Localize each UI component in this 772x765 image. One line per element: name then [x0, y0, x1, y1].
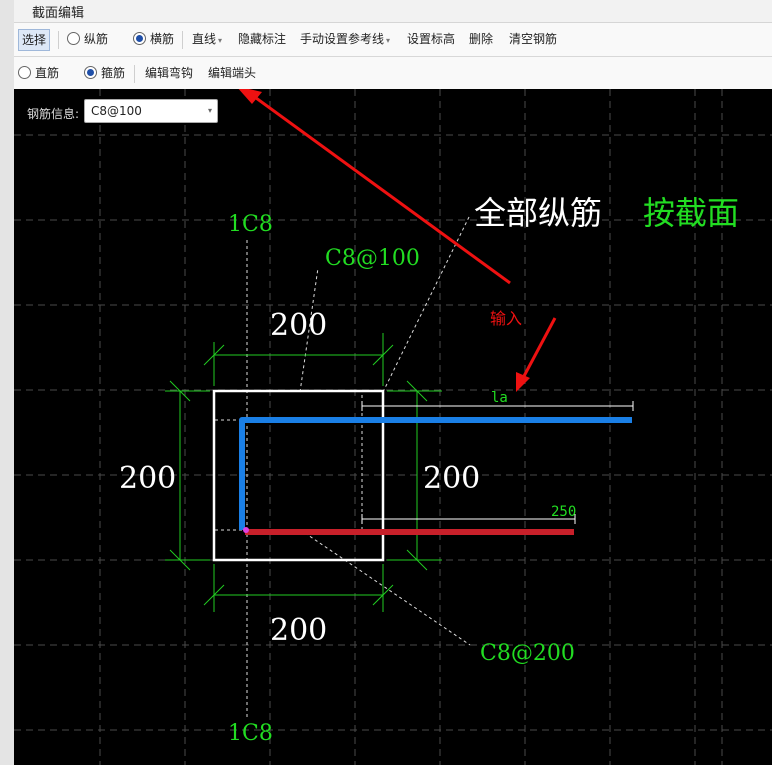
radio-selected-icon: [84, 66, 97, 79]
toolbar-secondary: 直筋 箍筋 编辑弯钩 编辑端头: [14, 57, 772, 89]
stirrup-label: 箍筋: [101, 66, 126, 80]
stirrup-bottom-label: C8@200: [480, 641, 575, 666]
grid-lines: [14, 89, 772, 765]
dim-right: 200: [423, 461, 480, 496]
dim-la: la: [491, 390, 508, 406]
dim-bottom: 200: [270, 613, 327, 648]
stirrup-radio[interactable]: 箍筋: [84, 57, 125, 89]
transverse-label: 横筋: [150, 32, 175, 46]
radio-icon: [67, 32, 80, 45]
section-drawing: 1C8 1C8 C8@100 C8@200 按截面 250 la 200 200…: [14, 89, 772, 765]
note-input: 输入: [490, 309, 522, 328]
dim-250: 250: [551, 504, 576, 520]
manual-refline-dropdown[interactable]: 手动设置参考线 ▾: [300, 23, 390, 56]
note-all-longitudinal: 全部纵筋: [474, 194, 602, 232]
dim-top: 200: [270, 308, 327, 343]
rebar-node[interactable]: [243, 527, 249, 533]
chevron-down-icon: ▾: [207, 106, 212, 115]
toolbar-divider: [58, 31, 59, 49]
manual-refline-label: 手动设置参考线: [300, 32, 385, 46]
toolbar-divider: [182, 31, 183, 49]
rebar-info-label: 钢筋信息:: [27, 107, 80, 121]
select-button[interactable]: 选择: [18, 29, 51, 51]
arrow-to-la-icon: [516, 317, 557, 392]
straight-label: 直筋: [35, 66, 60, 80]
clear-rebar-button[interactable]: 清空钢筋: [509, 23, 557, 56]
longitudinal-label: 纵筋: [84, 32, 109, 46]
line-label: 直线: [192, 32, 217, 46]
toolbar-divider: [134, 65, 135, 83]
straight-radio[interactable]: 直筋: [18, 57, 59, 89]
left-panel-edge: [0, 0, 15, 765]
drawing-canvas[interactable]: 1C8 1C8 C8@100 C8@200 按截面 250 la 200 200…: [14, 89, 772, 765]
window-title: 截面编辑: [32, 6, 85, 21]
chevron-down-icon: ▾: [386, 36, 391, 45]
rebar-info-select[interactable]: C8@100 ▾: [84, 99, 218, 123]
radio-icon: [18, 66, 31, 79]
stirrup-top-label: C8@100: [325, 246, 420, 271]
dim-left: 200: [119, 461, 176, 496]
title-bar: 截面编辑: [14, 0, 772, 23]
transverse-radio[interactable]: 横筋: [133, 23, 174, 56]
hide-annotation-button[interactable]: 隐藏标注: [238, 23, 286, 56]
dimension-lines: [165, 333, 442, 612]
edit-end-button[interactable]: 编辑端头: [208, 57, 256, 89]
edit-hook-button[interactable]: 编辑弯钩: [145, 57, 193, 89]
top-rebar-label: 1C8: [228, 212, 273, 237]
toolbar-primary: 选择 纵筋 横筋 直线 ▾ 隐藏标注 手动设置参考线 ▾ 设置标高 删除 清空钢筋: [14, 23, 772, 57]
set-elevation-button[interactable]: 设置标高: [407, 23, 455, 56]
bottom-rebar-label: 1C8: [228, 721, 273, 746]
note-by-section: 按截面: [643, 194, 739, 232]
line-dropdown[interactable]: 直线 ▾: [192, 23, 222, 56]
radio-selected-icon: [133, 32, 146, 45]
chevron-down-icon: ▾: [218, 36, 223, 45]
delete-button[interactable]: 删除: [469, 23, 493, 56]
rebar-info-value: C8@100: [91, 104, 142, 118]
longitudinal-radio[interactable]: 纵筋: [67, 23, 108, 56]
